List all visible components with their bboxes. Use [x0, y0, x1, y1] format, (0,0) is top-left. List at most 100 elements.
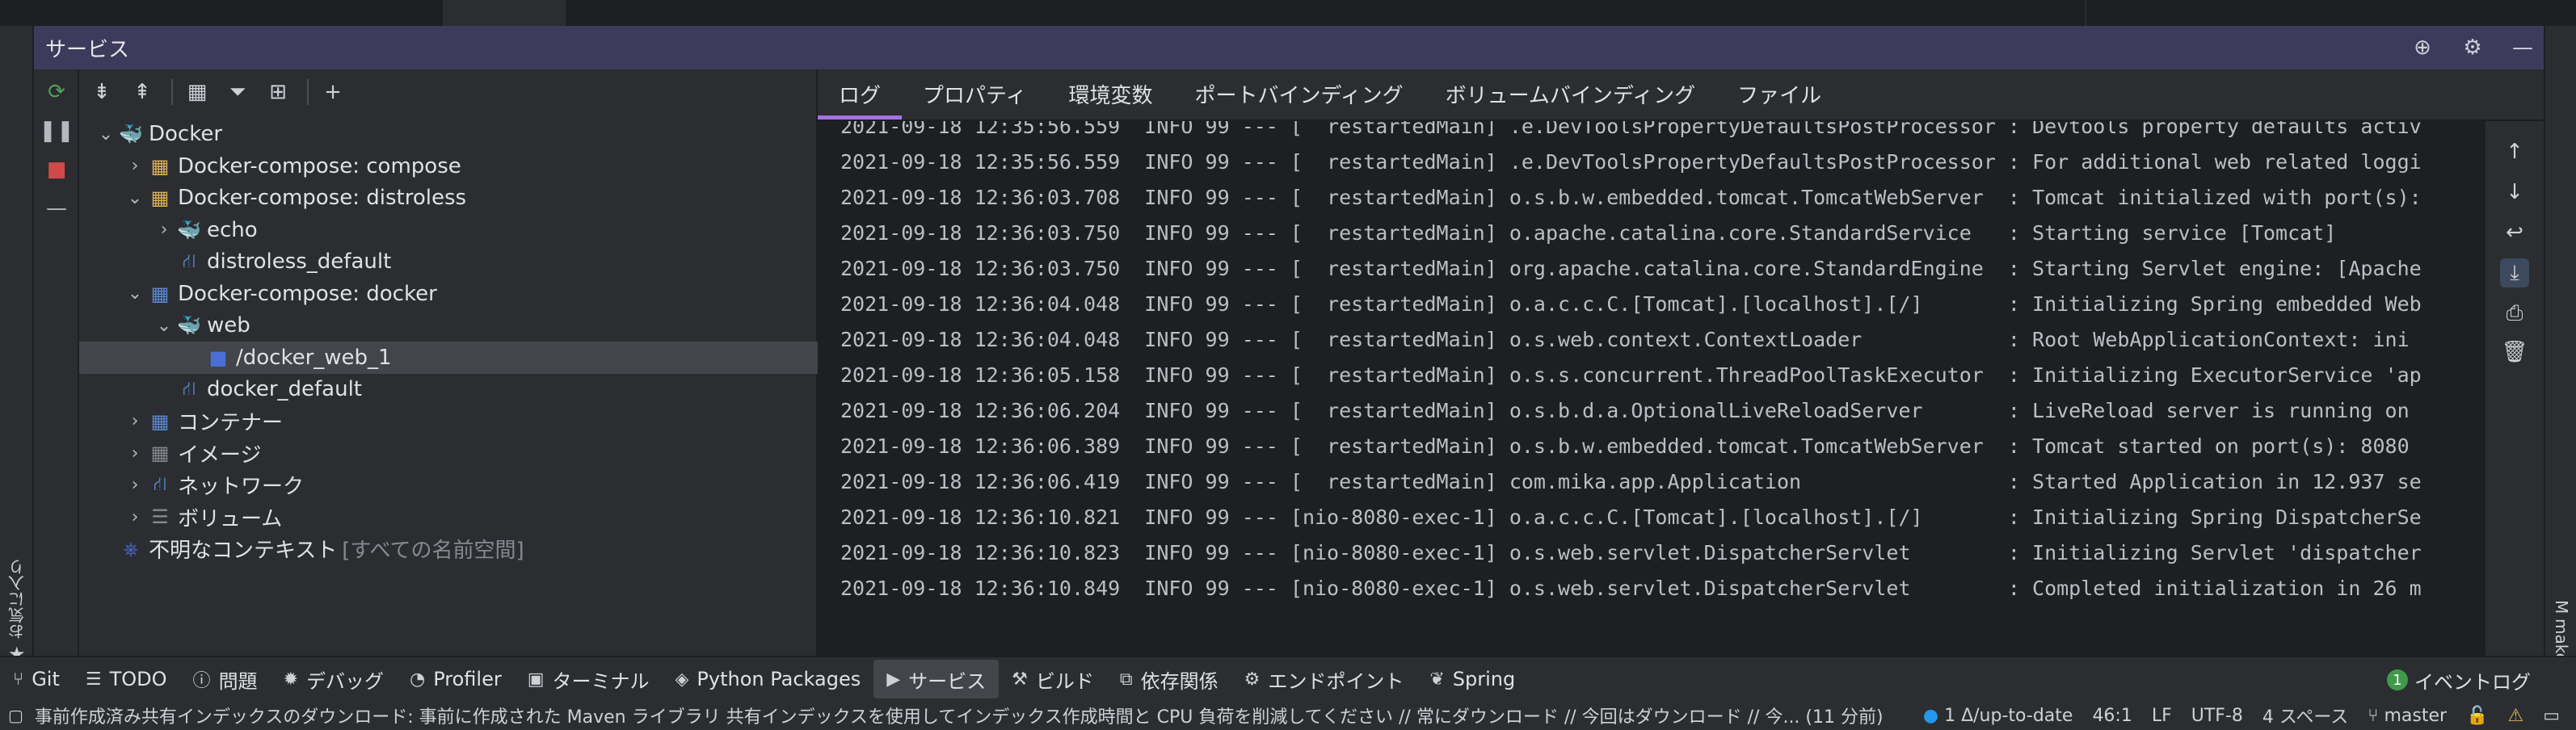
tool-window-button[interactable]: ☰ TODO: [73, 660, 180, 699]
vcs-icon: ●: [1922, 705, 1939, 726]
tool-window-button[interactable]: ⑂ Git: [0, 660, 73, 699]
tree-node-label: /docker_web_1: [236, 345, 392, 370]
tool-window-button[interactable]: ⚙ エンドポイント: [1231, 660, 1417, 699]
chevron-down-icon[interactable]: ⌄: [94, 124, 118, 145]
tree-node[interactable]: › ⛙ ネットワーク: [79, 469, 818, 501]
chevron-right-icon[interactable]: ›: [123, 475, 147, 495]
collapse-all-icon[interactable]: ⇞: [124, 74, 160, 110]
images-icon: ▦: [150, 442, 170, 464]
chevron-down-icon[interactable]: ⌄: [123, 283, 147, 304]
editor-segment: [444, 0, 566, 26]
tree-node[interactable]: ⌄ ▦ Docker-compose: docker: [79, 278, 818, 310]
scroll-to-end-icon[interactable]: ⤓: [2500, 258, 2529, 287]
chevron-down-icon[interactable]: ⌄: [123, 188, 147, 208]
new-tab-icon[interactable]: ⊞: [260, 74, 296, 110]
status-widgets: ● 1 Δ/up-to-date 46:1 LF UTF-8 4 スペース ⑂ …: [1923, 703, 2560, 728]
group-by-icon[interactable]: ▦: [179, 74, 215, 110]
memory-icon[interactable]: ▭: [2543, 706, 2560, 726]
tree-node-label: distroless_default: [207, 250, 392, 274]
tree-node[interactable]: › ▦ イメージ: [79, 437, 818, 469]
tree-node[interactable]: ⛙ docker_default: [79, 373, 818, 405]
status-square-icon[interactable]: ▢: [8, 706, 23, 725]
crosshair-icon[interactable]: ⊕: [2410, 35, 2435, 61]
log-line: 2021-09-18 12:36:06.204 INFO 99 --- [ re…: [840, 398, 2410, 422]
editor-tab-strip: [0, 0, 2576, 26]
tool-window-button[interactable]: ⓘ 問題: [180, 660, 271, 699]
chevron-right-icon[interactable]: ›: [123, 156, 147, 176]
chevron-right-icon[interactable]: ›: [123, 443, 147, 464]
log-line: 2021-09-18 12:36:06.419 INFO 99 --- [ re…: [840, 469, 2422, 493]
indent-setting[interactable]: 4 スペース: [2262, 703, 2348, 728]
add-service-icon[interactable]: +: [315, 74, 351, 110]
tree-node-label: Docker-compose: distroless: [178, 186, 467, 210]
details-tab[interactable]: ログ: [818, 68, 903, 120]
pause-icon[interactable]: ❚❚: [39, 118, 74, 144]
tool-window-button[interactable]: ◈ Python Packages: [663, 660, 874, 699]
tree-node[interactable]: › ☰ ボリューム: [79, 501, 818, 533]
services-tool-window: サービス ⊕ ⚙ — ⟳ ❚❚ ■ — ⇟ ⇞ ▦ ⏷ ⊞ + ⌄ 🐳 Docker…: [34, 26, 2544, 656]
tree-node[interactable]: ⎈ 不明なコンテキスト [すべての名前空間]: [79, 533, 818, 565]
details-tab[interactable]: ポートバインディング: [1173, 68, 1424, 120]
expand-all-icon[interactable]: ⇟: [84, 74, 120, 110]
tree-node[interactable]: ⌄ ▦ Docker-compose: distroless: [79, 182, 818, 214]
compose-icon: ▦: [150, 154, 170, 178]
tree-node-label: イメージ: [178, 443, 262, 468]
file-encoding[interactable]: UTF-8: [2191, 706, 2243, 726]
chevron-right-icon[interactable]: ›: [123, 507, 147, 527]
tree-node[interactable]: ⌄ 🐳 Docker: [79, 118, 818, 150]
tree-node-suffix: [すべての名前空間]: [342, 539, 524, 563]
tree-toolbar: ⇟ ⇞ ▦ ⏷ ⊞ +: [79, 69, 818, 115]
tree-node[interactable]: › ▦ Docker-compose: compose: [79, 150, 818, 182]
tool-window-button[interactable]: ▶ サービス: [873, 660, 1000, 699]
log-line: 2021-09-18 12:36:03.750 INFO 99 --- [ re…: [840, 256, 2422, 280]
tree-node[interactable]: › ▦ コンテナー: [79, 405, 818, 438]
rerun-icon[interactable]: ⟳: [44, 79, 69, 105]
tool-window-button[interactable]: ✹ デバッグ: [271, 660, 397, 699]
status-message[interactable]: 事前作成済み共有インデックスのダウンロード: 事前に作成された Maven ライ…: [35, 703, 1923, 728]
log-line: 2021-09-18 12:36:04.048 INFO 99 --- [ re…: [840, 292, 2422, 316]
docker-icon: 🐳: [119, 123, 143, 145]
scroll-up-icon[interactable]: ↑: [2500, 137, 2529, 166]
tree-node[interactable]: › 🐳 echo: [79, 214, 818, 246]
tree-node[interactable]: ⌄ 🐳 web: [79, 309, 818, 342]
tool-window-button[interactable]: ⚒ ビルド: [999, 660, 1107, 699]
filter-icon[interactable]: ⏷: [220, 74, 255, 110]
tool-window-label: サービス: [908, 669, 987, 693]
print-icon[interactable]: ⎙: [2500, 299, 2529, 328]
tool-window-button[interactable]: ◔ Profiler: [397, 660, 515, 699]
details-tab[interactable]: ボリュームバインディング: [1425, 68, 1716, 120]
tree-node-label: Docker-compose: compose: [178, 153, 461, 178]
favorites-tool-button[interactable]: お気に入り: [3, 551, 31, 648]
line-separator[interactable]: LF: [2152, 706, 2172, 726]
branch-icon: ⑂: [2368, 705, 2379, 726]
details-tab[interactable]: プロパティ: [902, 68, 1047, 120]
details-tab[interactable]: ファイル: [1716, 68, 1842, 120]
soft-wrap-icon[interactable]: ↩: [2500, 218, 2529, 247]
trash-icon[interactable]: 🗑: [2500, 338, 2529, 367]
editor-segment: [2085, 0, 2086, 26]
tool-window-button[interactable]: ⧉ 依存関係: [1107, 660, 1231, 699]
tool-window-button[interactable]: ▣ ターミナル: [515, 660, 663, 699]
stop-icon[interactable]: ■: [44, 157, 69, 182]
log-console[interactable]: 2021-09-18 12:35:56.559 INFO 99 --- [ re…: [818, 121, 2486, 656]
details-tab[interactable]: 環境変数: [1047, 68, 1173, 120]
chevron-right-icon[interactable]: ›: [123, 411, 147, 431]
chevron-right-icon[interactable]: ›: [152, 220, 176, 240]
tool-window-button[interactable]: ❦ Spring: [1416, 660, 1528, 699]
tree-node-label: コンテナー: [178, 411, 284, 435]
tree-node[interactable]: ■ /docker_web_1: [79, 341, 818, 374]
vcs-status[interactable]: ● 1 Δ/up-to-date: [1923, 706, 2073, 726]
git-branch[interactable]: ⑂ master: [2368, 706, 2447, 726]
event-log-button[interactable]: 1 イベントログ: [2374, 661, 2544, 699]
volumes-icon: ☰: [151, 506, 169, 528]
tree-node-label: echo: [207, 217, 258, 242]
caret-position[interactable]: 46:1: [2092, 706, 2132, 726]
gear-icon[interactable]: ⚙: [2460, 35, 2486, 61]
remove-icon[interactable]: —: [44, 195, 69, 221]
warning-icon[interactable]: ⚠: [2507, 706, 2523, 726]
lock-icon[interactable]: 🔓: [2466, 706, 2488, 726]
scroll-down-icon[interactable]: ↓: [2500, 178, 2529, 207]
chevron-down-icon[interactable]: ⌄: [152, 316, 176, 336]
tree-node[interactable]: ⛙ distroless_default: [79, 245, 818, 278]
minimize-icon[interactable]: —: [2510, 35, 2536, 61]
